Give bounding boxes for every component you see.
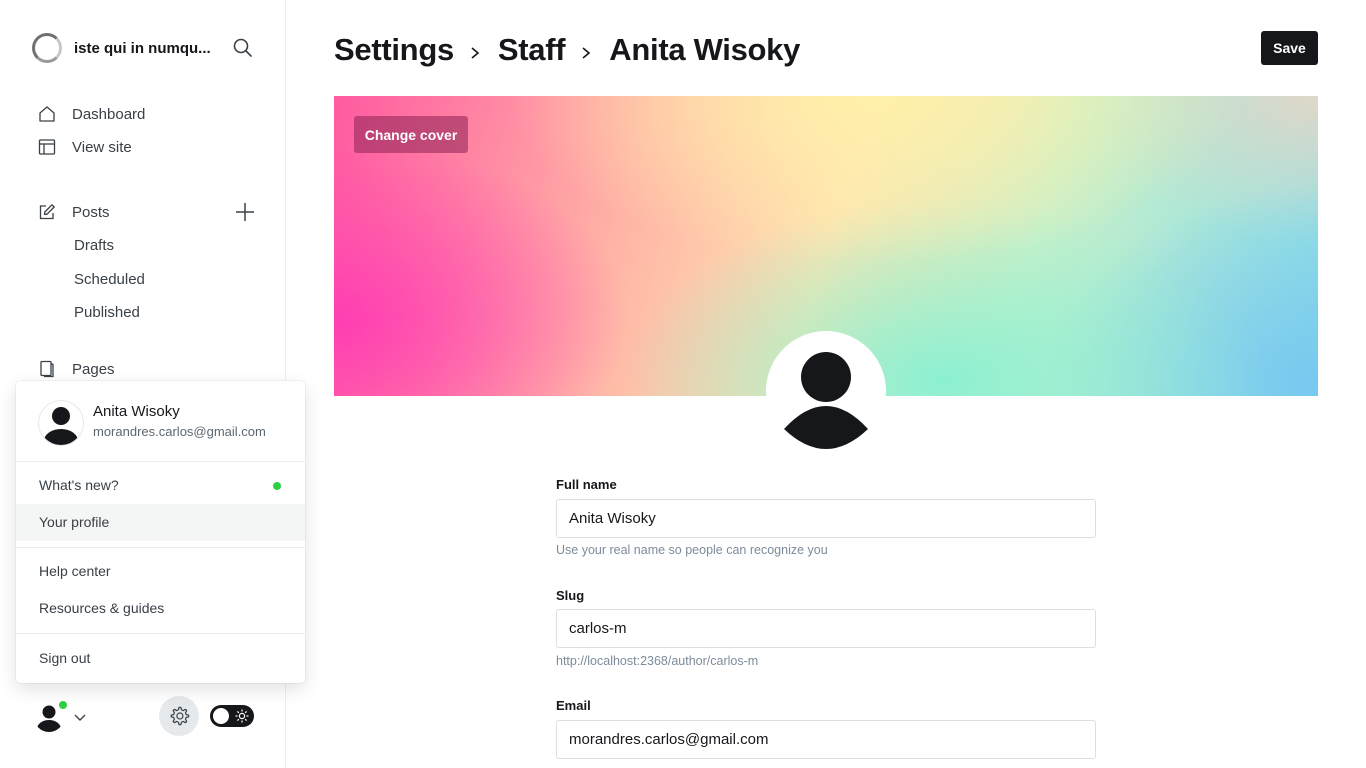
site-title[interactable]: iste qui in numqu... <box>74 40 219 57</box>
menu-divider <box>16 633 305 634</box>
menu-label-sign-out: Sign out <box>39 650 91 666</box>
nav-label-posts: Posts <box>72 203 110 221</box>
chevron-right-icon <box>579 46 593 60</box>
slug-label: Slug <box>556 588 585 603</box>
user-name: Anita Wisoky <box>93 403 180 420</box>
new-post-plus-icon[interactable] <box>234 201 256 223</box>
search-icon[interactable] <box>232 37 254 59</box>
page-icon <box>38 360 56 378</box>
menu-label-your-profile: Your profile <box>39 514 110 530</box>
nav-label-pages: Pages <box>72 360 115 378</box>
menu-item-resources[interactable]: Resources & guides <box>16 590 305 627</box>
breadcrumb: Settings Staff Anita Wisoky <box>334 30 800 70</box>
nav-label-dashboard: Dashboard <box>72 105 146 123</box>
nav-item-view-site[interactable]: View site <box>38 135 132 159</box>
slug-url-hint: http://localhost:2368/author/carlos-m <box>556 654 759 668</box>
full-name-label: Full name <box>556 477 617 492</box>
breadcrumb-settings[interactable]: Settings <box>334 32 454 68</box>
nav-label-view-site: View site <box>72 138 132 156</box>
full-name-input[interactable]: Anita Wisoky <box>556 499 1096 538</box>
menu-item-sign-out[interactable]: Sign out <box>16 640 305 677</box>
sun-icon <box>235 709 249 723</box>
nav-item-posts[interactable]: Posts <box>38 200 110 224</box>
site-header: iste qui in numqu... <box>32 33 258 63</box>
chevron-down-icon[interactable] <box>73 710 87 721</box>
nav-item-pages[interactable]: Pages <box>38 357 115 381</box>
chevron-right-icon <box>468 46 482 60</box>
home-icon <box>38 105 56 123</box>
settings-button[interactable] <box>159 696 199 736</box>
user-menu-header: Anita Wisoky morandres.carlos@gmail.com <box>16 381 305 462</box>
nav-item-published[interactable]: Published <box>74 302 140 324</box>
slug-input[interactable]: carlos-m <box>556 609 1096 648</box>
online-status-dot <box>58 700 68 710</box>
profile-picture[interactable] <box>766 331 886 451</box>
breadcrumb-staff[interactable]: Staff <box>498 32 566 68</box>
full-name-hint: Use your real name so people can recogni… <box>556 543 828 557</box>
change-cover-button[interactable]: Change cover <box>354 116 468 153</box>
menu-label-help-center: Help center <box>39 563 111 579</box>
layout-icon <box>38 138 56 156</box>
user-email: morandres.carlos@gmail.com <box>93 424 266 439</box>
menu-item-your-profile[interactable]: Your profile <box>16 504 305 541</box>
menu-divider <box>16 547 305 548</box>
menu-label-resources: Resources & guides <box>39 600 165 616</box>
nav-item-scheduled[interactable]: Scheduled <box>74 269 145 291</box>
gear-icon <box>168 705 190 727</box>
toggle-knob <box>213 708 229 724</box>
breadcrumb-current-user: Anita Wisoky <box>609 32 801 67</box>
new-indicator-dot <box>273 482 281 490</box>
site-logo-icon[interactable] <box>32 33 62 63</box>
menu-item-help-center[interactable]: Help center <box>16 553 305 590</box>
theme-toggle[interactable] <box>210 705 254 727</box>
user-menu-popup: Anita Wisoky morandres.carlos@gmail.com … <box>16 381 305 683</box>
pencil-icon <box>38 203 56 221</box>
user-avatar <box>39 401 83 445</box>
nav-item-drafts[interactable]: Drafts <box>74 235 114 257</box>
nav-item-dashboard[interactable]: Dashboard <box>38 102 145 126</box>
email-input[interactable]: morandres.carlos@gmail.com <box>556 720 1096 759</box>
email-label: Email <box>556 698 591 713</box>
menu-item-whats-new[interactable]: What's new? <box>16 467 305 504</box>
save-button[interactable]: Save <box>1261 31 1318 65</box>
menu-label-whats-new: What's new? <box>39 477 119 493</box>
